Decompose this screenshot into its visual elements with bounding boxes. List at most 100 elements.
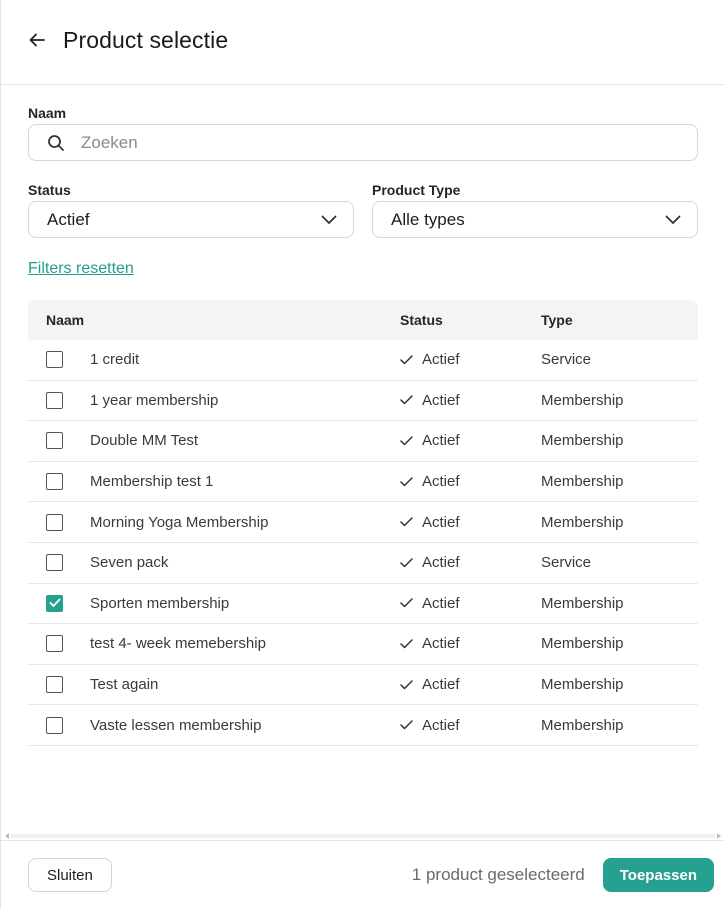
product-selection-panel: Product selectie Naam Status Actief Prod… [0,0,724,909]
horizontal-scrollbar[interactable] [1,832,724,840]
status-cell: Actief [400,432,541,449]
status-cell: Actief [400,473,541,490]
search-icon [48,134,64,151]
page-title: Product selectie [63,26,229,53]
row-checkbox[interactable] [46,554,63,572]
type-cell: Membership [541,391,624,409]
name-cell: Double MM Test [28,432,400,450]
row-checkbox[interactable] [46,391,63,409]
checkmark-icon [49,598,60,608]
scroll-left-icon[interactable] [3,832,11,840]
table-row[interactable]: 1 credit Actief Service [28,340,698,381]
type-cell: Membership [541,513,624,531]
status-select[interactable]: Actief [28,201,354,238]
row-checkbox[interactable] [46,716,63,734]
type-cell: Membership [541,432,624,450]
table-header: Naam Status Type [28,300,698,340]
name-cell: 1 year membership [28,391,400,409]
name-cell: 1 credit [28,351,400,369]
status-text: Actief [422,716,460,734]
check-icon [400,558,413,568]
table-row[interactable]: Morning Yoga Membership Actief Membership [28,502,698,543]
check-icon [400,517,413,527]
product-name: Double MM Test [90,432,199,450]
status-text: Actief [422,473,460,491]
status-text: Actief [422,432,460,450]
type-cell: Service [541,351,592,369]
table-row[interactable]: Sporten membership Actief Membership [28,584,698,625]
products-table: Naam Status Type 1 credit Actief Service 1 … [28,300,698,746]
scrollbar-track[interactable] [11,834,715,838]
row-checkbox[interactable] [46,351,63,369]
back-button[interactable] [25,28,49,52]
check-icon [400,476,413,486]
table-row[interactable]: 1 year membership Actief Membership [28,381,698,422]
row-checkbox[interactable] [46,594,63,612]
check-icon [400,598,413,608]
panel-header: Product selectie [1,0,724,85]
product-name: Vaste lessen membership [90,716,262,734]
table-row[interactable]: Test again Actief Membership [28,665,698,706]
status-cell: Actief [400,351,541,368]
product-name: Test again [90,676,159,694]
status-cell: Actief [400,717,541,734]
name-cell: Vaste lessen membership [28,716,400,734]
status-cell: Actief [400,595,541,612]
name-cell: Seven pack [28,554,400,572]
column-header-type[interactable]: Type [541,312,698,328]
status-text: Actief [422,513,460,531]
selected-count-text: 1 product geselecteerd [411,865,585,884]
status-text: Actief [422,635,460,653]
type-cell: Membership [541,716,624,734]
table-row[interactable]: test 4- week memebership Actief Membership [28,624,698,665]
column-header-name[interactable]: Naam [28,312,400,328]
status-text: Actief [422,554,460,572]
status-text: Actief [422,351,460,369]
status-cell: Actief [400,554,541,571]
chevron-down-icon [665,215,681,224]
row-checkbox[interactable] [46,513,63,531]
product-name: 1 year membership [90,391,219,409]
scroll-right-icon[interactable] [715,832,723,840]
status-cell: Actief [400,514,541,531]
search-input[interactable] [81,132,641,153]
footer-actions: 1 product geselecteerd Toepassen [412,858,714,892]
close-button[interactable]: Sluiten [28,858,112,892]
row-checkbox[interactable] [46,676,63,694]
product-name: Morning Yoga Membership [90,513,269,531]
check-icon [400,720,413,730]
row-checkbox[interactable] [46,432,63,450]
type-cell: Service [541,554,592,572]
check-icon [400,679,413,689]
product-name: Membership test 1 [90,473,214,491]
reset-filters-link[interactable]: Filters resetten [28,260,134,278]
table-row[interactable]: Vaste lessen membership Actief Membership [28,705,698,746]
type-cell: Membership [541,635,624,653]
product-name: Seven pack [90,554,169,572]
status-select-value: Actief [47,209,90,229]
search-field[interactable] [28,124,698,161]
product-type-select-value: Alle types [391,209,465,229]
product-type-select[interactable]: Alle types [372,201,698,238]
product-type-filter-label: Product Type [372,182,461,198]
status-cell: Actief [400,635,541,652]
apply-button[interactable]: Toepassen [602,858,714,892]
product-name: 1 credit [90,351,140,369]
name-cell: Sporten membership [28,594,400,612]
status-filter-label: Status [28,182,71,198]
table-row[interactable]: Double MM Test Actief Membership [28,421,698,462]
check-icon [400,355,413,365]
row-checkbox[interactable] [46,635,63,653]
row-checkbox[interactable] [46,473,63,491]
status-text: Actief [422,391,460,409]
table-row[interactable]: Membership test 1 Actief Membership [28,462,698,503]
arrow-left-icon [29,33,45,47]
type-cell: Membership [541,594,624,612]
table-row[interactable]: Seven pack Actief Service [28,543,698,584]
status-text: Actief [422,594,460,612]
name-cell: Test again [28,676,400,694]
column-header-status[interactable]: Status [400,312,541,328]
type-cell: Membership [541,473,624,491]
name-filter-label: Naam [28,105,67,121]
check-icon [400,395,413,405]
